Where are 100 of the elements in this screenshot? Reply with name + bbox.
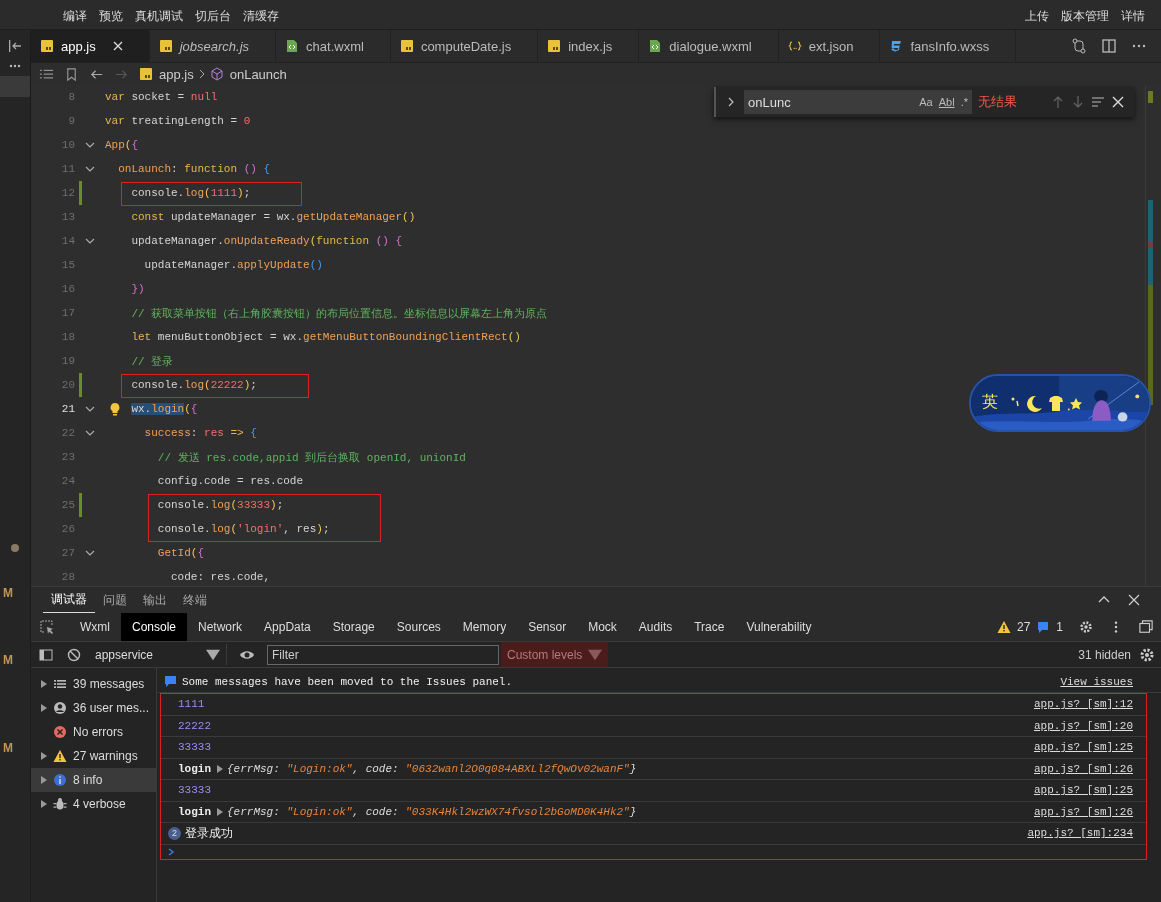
toolbar-button[interactable]: 真机调试	[135, 8, 183, 25]
line-number: 19	[60, 355, 75, 367]
log-label: login	[178, 762, 211, 775]
bookmark-icon[interactable]	[64, 66, 79, 82]
line-number: 26	[60, 523, 75, 535]
lines-icon[interactable]	[1091, 95, 1105, 109]
warning-count[interactable]: 27	[1016, 620, 1031, 634]
devtools-tab[interactable]: Wxml	[69, 613, 121, 641]
code-line: var treatingLength = 0	[105, 115, 251, 127]
breadcrumb-item[interactable]: app.js	[159, 66, 194, 82]
source-link[interactable]: app.js? [sm]:26	[1033, 762, 1133, 775]
devtools-tab[interactable]: Sensor	[517, 613, 578, 641]
split-editor-icon[interactable]	[1101, 38, 1117, 54]
console-sidebar-item[interactable]: 4 verbose	[31, 792, 156, 816]
devtools-tab[interactable]: Storage	[321, 613, 386, 641]
code-line: console.log(1111);	[131, 187, 251, 199]
line-number: 12	[60, 187, 75, 199]
find-option[interactable]: Abl	[938, 96, 955, 108]
view-issues-link[interactable]: View issues	[1060, 675, 1133, 688]
expand-triangle-icon[interactable]	[41, 704, 47, 712]
devtools-tab[interactable]: Sources	[385, 613, 452, 641]
lightbulb-icon[interactable]	[109, 402, 121, 416]
more-icon[interactable]	[9, 64, 21, 68]
console-sidebar-item[interactable]: No errors	[31, 720, 156, 744]
list-icon	[53, 677, 67, 691]
toolbar-button[interactable]: 上传	[1025, 8, 1049, 25]
toolbar-button[interactable]: 预览	[99, 8, 123, 25]
console-sidebar-item[interactable]: 39 messages	[31, 672, 156, 696]
line-number: 18	[60, 331, 75, 343]
git-status-letter: M	[3, 741, 13, 755]
close-icon[interactable]	[1111, 95, 1125, 109]
log-value: 1111	[178, 698, 205, 711]
log-label: login	[178, 805, 211, 818]
code-line: })	[131, 283, 145, 295]
expand-triangle-icon[interactable]	[41, 800, 47, 808]
filter-field[interactable]: Filter	[267, 644, 499, 665]
toolbar-button[interactable]: 版本管理	[1061, 8, 1109, 25]
console-sidebar-item[interactable]: 8 info	[31, 768, 156, 792]
source-link[interactable]: app.js? [sm]:25	[1033, 741, 1133, 754]
up-arrow-icon[interactable]	[1051, 95, 1065, 109]
sidebar-toggle-icon[interactable]	[7, 38, 23, 54]
input-mode-label[interactable]: 英	[982, 392, 998, 413]
console-sidebar-item[interactable]: 36 user mes...	[31, 696, 156, 720]
object-preview[interactable]: {errMsg: "Login:ok", code: "033K4Hkl2wzWX74fvsol2bGoMD0K4Hk2"}	[227, 805, 637, 818]
clear-console-icon[interactable]	[67, 647, 81, 662]
expand-triangle-icon[interactable]	[217, 807, 223, 816]
inspect-icon[interactable]	[39, 619, 55, 635]
panel-tab[interactable]: 问题	[95, 587, 135, 613]
find-field[interactable]: onLunc Aa Abl .*	[744, 90, 972, 114]
toolbar-button[interactable]: 清缓存	[243, 8, 279, 25]
devtools-tab[interactable]: Vulnerability	[735, 613, 823, 641]
code-line: updateManager.onUpdateReady(function () {	[131, 235, 403, 247]
expand-triangle-icon[interactable]	[41, 680, 47, 688]
bug-icon	[53, 797, 67, 811]
find-option[interactable]: Aa	[919, 96, 933, 108]
breadcrumb-item[interactable]: onLaunch	[229, 66, 287, 82]
expand-triangle-icon[interactable]	[41, 776, 47, 784]
panel-tab[interactable]: 输出	[135, 587, 175, 613]
source-link[interactable]: app.js? [sm]:26	[1033, 805, 1133, 818]
devtools-tab[interactable]: Console	[121, 613, 188, 641]
context-select[interactable]: appservice	[89, 644, 227, 665]
code-line: code: res.code,	[171, 571, 271, 583]
expand-triangle-icon[interactable]	[217, 764, 223, 773]
devtools-tab[interactable]: AppData	[253, 613, 322, 641]
settings-icon[interactable]	[1139, 646, 1155, 663]
ime-toolbar-drawing[interactable]	[1009, 393, 1084, 413]
line-number: 28	[60, 571, 75, 583]
dock-icon[interactable]	[1139, 620, 1153, 634]
object-preview[interactable]: {errMsg: "Login:ok", code: "0632wanl2O0q084ABXLl2fQwOv02wanF"}	[227, 762, 637, 775]
source-link[interactable]: app.js? [sm]:20	[1033, 719, 1133, 732]
panel-tab[interactable]: 终端	[175, 587, 215, 613]
expand-triangle-icon[interactable]	[41, 752, 47, 760]
settings-icon[interactable]	[1079, 620, 1093, 634]
issue-count[interactable]: 1	[1056, 620, 1063, 634]
devtools-tab[interactable]: Trace	[683, 613, 736, 641]
find-option[interactable]: .*	[960, 96, 968, 108]
close-icon[interactable]	[1127, 593, 1141, 607]
devtools-tab[interactable]: Mock	[577, 613, 628, 641]
source-link[interactable]: app.js? [sm]:12	[1033, 698, 1133, 711]
code-line: let menuButtonObject = wx.getMenuButtonBoundingClientRect()	[131, 331, 521, 343]
toolbar-button[interactable]: 切后台	[195, 8, 231, 25]
devtools-tab[interactable]: Memory	[451, 613, 518, 641]
log-levels-dropdown[interactable]: Custom levels	[501, 642, 609, 667]
devtools-tab[interactable]: Audits	[627, 613, 684, 641]
editor-tab[interactable]: app.js	[31, 30, 150, 62]
devtools-tab[interactable]: Network	[187, 613, 254, 641]
line-number: 13	[60, 211, 75, 223]
toolbar-button[interactable]: 编译	[63, 8, 87, 25]
console-sidebar-item[interactable]: 27 warnings	[31, 744, 156, 768]
source-link[interactable]: app.js? [sm]:234	[1027, 827, 1133, 840]
info-icon	[53, 773, 67, 787]
sidebar-toggle-icon[interactable]	[39, 647, 53, 662]
source-link[interactable]: app.js? [sm]:25	[1033, 784, 1133, 797]
message-icon	[1036, 620, 1051, 634]
code-line: GetId({	[157, 547, 205, 559]
compare-icon[interactable]	[1071, 38, 1087, 54]
close-icon[interactable]	[112, 41, 123, 51]
toolbar-button[interactable]: 详情	[1121, 8, 1145, 25]
code-line: success: res => {	[144, 427, 257, 439]
down-arrow-icon[interactable]	[1071, 95, 1085, 109]
